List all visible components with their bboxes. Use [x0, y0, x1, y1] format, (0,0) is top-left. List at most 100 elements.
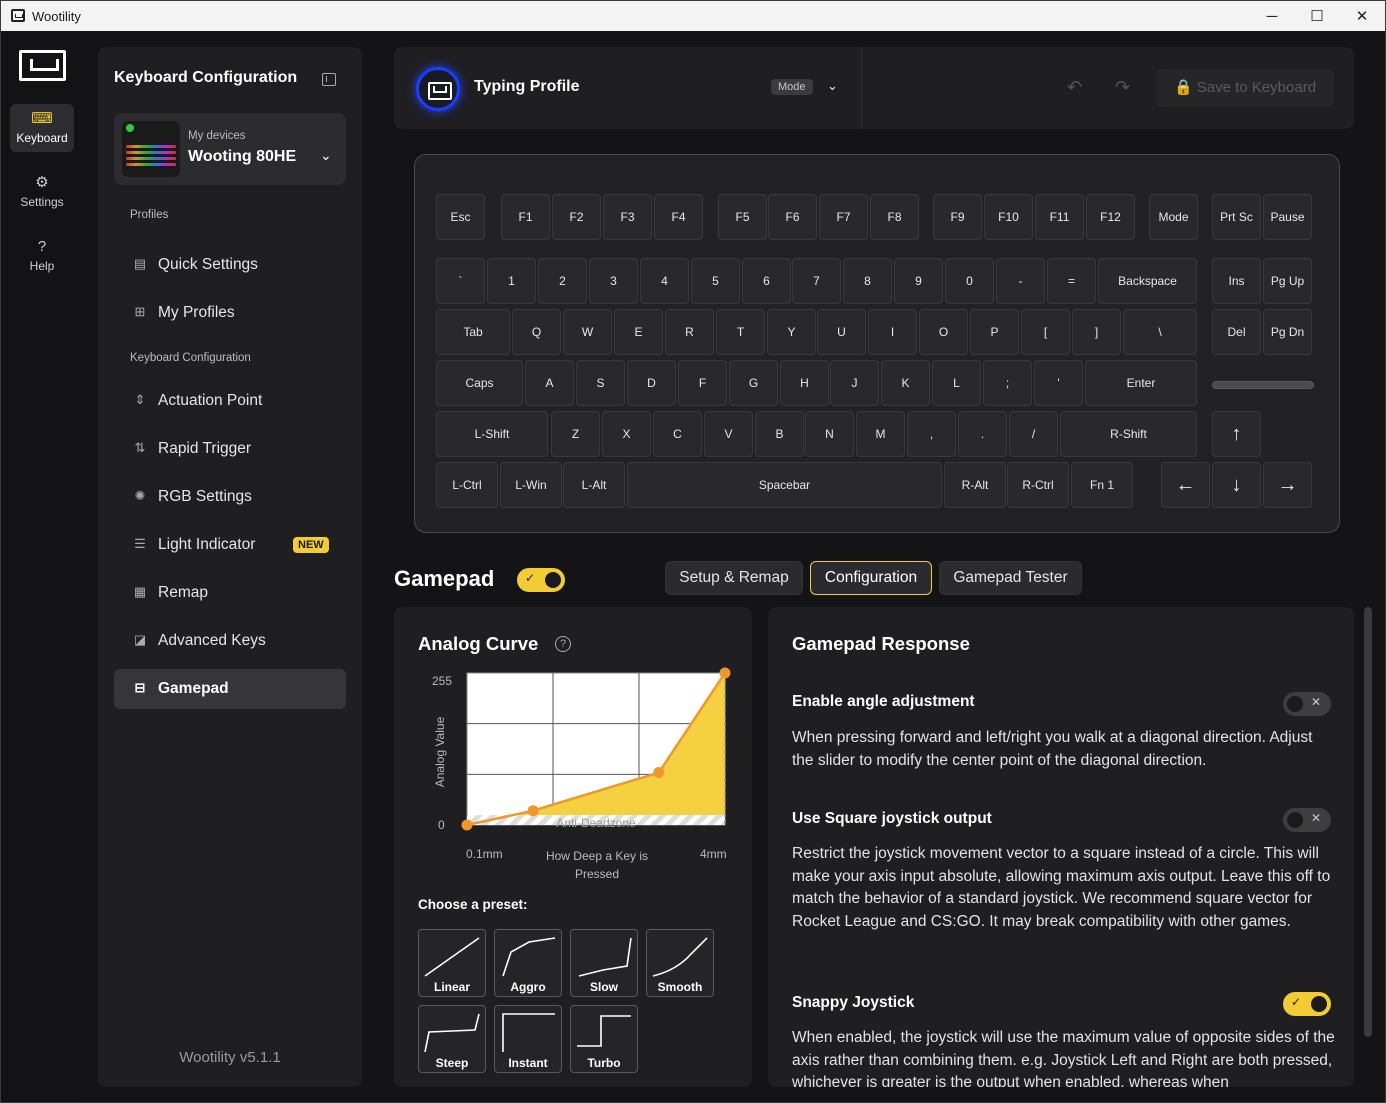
key-f3[interactable]: F3: [603, 194, 652, 240]
key-l-win[interactable]: L-Win: [500, 462, 562, 508]
tab-setup-remap[interactable]: Setup & Remap: [665, 561, 803, 595]
key-quote[interactable]: ': [1034, 360, 1083, 406]
undo-icon[interactable]: ↶: [1067, 77, 1082, 98]
key-p[interactable]: P: [970, 309, 1019, 355]
analog-curve-chart[interactable]: Anti-Deadzone: [394, 607, 752, 847]
key-arrow-down[interactable]: ↓: [1212, 462, 1261, 508]
key-z[interactable]: Z: [551, 411, 600, 457]
key-backspace[interactable]: Backspace: [1098, 258, 1197, 304]
key-semicolon[interactable]: ;: [983, 360, 1032, 406]
preset-linear[interactable]: Linear: [418, 929, 486, 997]
key-pg-dn[interactable]: Pg Dn: [1263, 309, 1312, 355]
key-0[interactable]: 0: [945, 258, 994, 304]
key-o[interactable]: O: [919, 309, 968, 355]
curve-point[interactable]: [527, 805, 539, 817]
key-3[interactable]: 3: [589, 258, 638, 304]
key-f6[interactable]: F6: [768, 194, 817, 240]
square-joystick-toggle[interactable]: ✕: [1283, 808, 1331, 832]
snappy-joystick-toggle[interactable]: ✓: [1283, 992, 1331, 1016]
key-u[interactable]: U: [817, 309, 866, 355]
preset-smooth[interactable]: Smooth: [646, 929, 714, 997]
key-mode[interactable]: Mode: [1149, 194, 1198, 240]
key-tab[interactable]: Tab: [436, 309, 510, 355]
key-f10[interactable]: F10: [984, 194, 1033, 240]
preset-instant[interactable]: Instant: [494, 1005, 562, 1073]
sidebar-item-light-indicator[interactable]: ☰ Light Indicator NEW: [114, 525, 346, 565]
key-e[interactable]: E: [614, 309, 663, 355]
key-x[interactable]: X: [602, 411, 651, 457]
key-f7[interactable]: F7: [819, 194, 868, 240]
sidebar-item-quick-settings[interactable]: ▤ Quick Settings: [114, 245, 346, 285]
save-to-keyboard-button[interactable]: 🔒 Save to Keyboard: [1156, 69, 1334, 107]
key-backtick[interactable]: `: [436, 258, 485, 304]
key-5[interactable]: 5: [691, 258, 740, 304]
key-6[interactable]: 6: [742, 258, 791, 304]
key-f11[interactable]: F11: [1035, 194, 1084, 240]
key-fn-1[interactable]: Fn 1: [1071, 462, 1133, 508]
preset-aggro[interactable]: Aggro: [494, 929, 562, 997]
key-slash[interactable]: /: [1009, 411, 1058, 457]
preset-steep[interactable]: Steep: [418, 1005, 486, 1073]
key-del[interactable]: Del: [1212, 309, 1261, 355]
key-r-alt[interactable]: R-Alt: [944, 462, 1006, 508]
key-lbracket[interactable]: [: [1021, 309, 1070, 355]
rail-item-settings[interactable]: ⚙ Settings: [10, 168, 74, 216]
curve-point[interactable]: [461, 819, 473, 831]
key-f2[interactable]: F2: [552, 194, 601, 240]
key-f[interactable]: F: [678, 360, 727, 406]
key-spacebar[interactable]: Spacebar: [627, 462, 942, 508]
key-v[interactable]: V: [704, 411, 753, 457]
maximize-button[interactable]: ☐: [1294, 1, 1340, 31]
sidebar-item-my-profiles[interactable]: ⊞ My Profiles: [114, 293, 346, 333]
tab-configuration[interactable]: Configuration: [810, 561, 932, 595]
key-l-shift[interactable]: L-Shift: [436, 411, 548, 457]
sidebar-item-rgb-settings[interactable]: ✺ RGB Settings: [114, 477, 346, 517]
key-f4[interactable]: F4: [654, 194, 703, 240]
key-f1[interactable]: F1: [501, 194, 550, 240]
key-4[interactable]: 4: [640, 258, 689, 304]
profile-keyboard-icon[interactable]: [416, 67, 460, 111]
tab-gamepad-tester[interactable]: Gamepad Tester: [939, 561, 1082, 595]
key-l-alt[interactable]: L-Alt: [563, 462, 625, 508]
key-rbracket[interactable]: ]: [1072, 309, 1121, 355]
key-caps[interactable]: Caps: [436, 360, 523, 406]
key-r-shift[interactable]: R-Shift: [1060, 411, 1197, 457]
key-n[interactable]: N: [805, 411, 854, 457]
gamepad-enable-toggle[interactable]: ✓: [517, 568, 565, 592]
rail-item-help[interactable]: ? Help: [10, 232, 74, 280]
key-arrow-right[interactable]: →: [1263, 462, 1312, 508]
key-l-ctrl[interactable]: L-Ctrl: [436, 462, 498, 508]
preset-turbo[interactable]: Turbo: [570, 1005, 638, 1073]
key-backslash[interactable]: \: [1123, 309, 1197, 355]
sidebar-item-actuation-point[interactable]: ⇕ Actuation Point: [114, 381, 346, 421]
key-d[interactable]: D: [627, 360, 676, 406]
preset-slow[interactable]: Slow: [570, 929, 638, 997]
key-enter[interactable]: Enter: [1085, 360, 1197, 406]
sidebar-item-rapid-trigger[interactable]: ⇅ Rapid Trigger: [114, 429, 346, 469]
key-f9[interactable]: F9: [933, 194, 982, 240]
key-a[interactable]: A: [525, 360, 574, 406]
device-selector[interactable]: My devices Wooting 80HE ⌄: [114, 113, 346, 185]
key-pg-up[interactable]: Pg Up: [1263, 258, 1312, 304]
key-9[interactable]: 9: [894, 258, 943, 304]
key-g[interactable]: G: [729, 360, 778, 406]
key-esc[interactable]: Esc: [436, 194, 485, 240]
sidebar-item-advanced-keys[interactable]: ◪ Advanced Keys: [114, 621, 346, 661]
key-prt-sc[interactable]: Prt Sc: [1212, 194, 1261, 240]
key-q[interactable]: Q: [512, 309, 561, 355]
rail-item-keyboard[interactable]: ⌨ Keyboard: [10, 104, 74, 152]
key-7[interactable]: 7: [792, 258, 841, 304]
key-arrow-up[interactable]: ↑: [1212, 411, 1261, 457]
key-h[interactable]: H: [780, 360, 829, 406]
chevron-down-icon[interactable]: ⌄: [827, 78, 838, 94]
collapse-sidebar-icon[interactable]: [322, 73, 336, 86]
key-w[interactable]: W: [563, 309, 612, 355]
key-pause[interactable]: Pause: [1263, 194, 1312, 240]
key-minus[interactable]: -: [996, 258, 1045, 304]
key-b[interactable]: B: [755, 411, 804, 457]
key-2[interactable]: 2: [538, 258, 587, 304]
close-button[interactable]: ✕: [1339, 1, 1385, 31]
key-c[interactable]: C: [653, 411, 702, 457]
key-m[interactable]: M: [856, 411, 905, 457]
sidebar-item-remap[interactable]: ▦ Remap: [114, 573, 346, 613]
